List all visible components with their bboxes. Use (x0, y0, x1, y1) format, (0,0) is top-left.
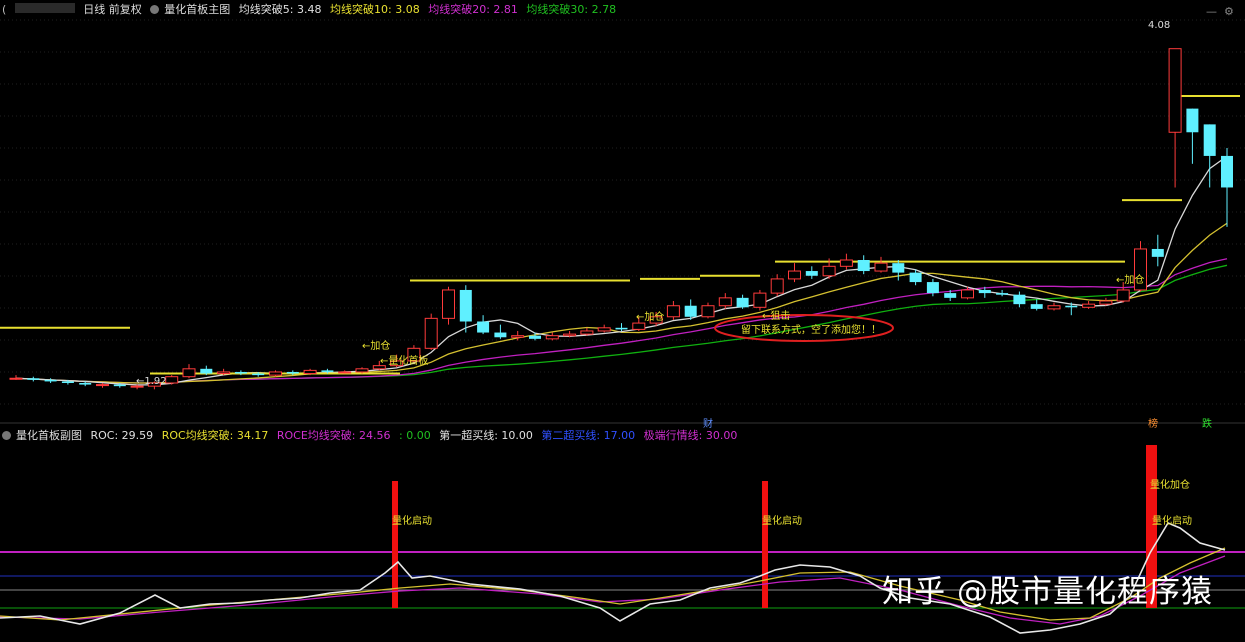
candle-body-down (909, 272, 922, 283)
candle-body-up (1099, 300, 1113, 305)
candle-body-down (477, 321, 490, 333)
candle-body-down (1013, 294, 1026, 305)
candle-body-down (113, 384, 126, 387)
candle-body-down (27, 378, 40, 380)
candle-body-down (61, 381, 74, 383)
signal-label-qidong-3: 量化启动 (1152, 516, 1192, 527)
zhihu-watermark: 知乎 @股市量化程序猿 (882, 574, 1213, 610)
candle-body-down (978, 289, 991, 294)
signal-bar-qidong-2 (762, 481, 768, 608)
signal-label-qidong-1: 量化启动 (392, 516, 432, 527)
candle-body-down (286, 371, 299, 374)
candle-body-down (459, 289, 472, 322)
candle-body-down (1221, 155, 1233, 188)
ma10-line (15, 222, 1228, 384)
candle-body-up (839, 259, 853, 267)
candle-body-up (961, 289, 974, 299)
candle-body-up (563, 333, 577, 337)
candle-body-up (770, 278, 784, 294)
candle-body-up (718, 297, 732, 307)
candle-body-down (926, 282, 939, 294)
candle-body-up (666, 305, 680, 318)
candle-body-down (252, 373, 265, 376)
candle-body-down (321, 370, 334, 372)
add-position-label-3: ←加仓 (1116, 275, 1145, 286)
candle-body-up (9, 377, 23, 380)
contact-note: 留下联系方式，空了添加您！！ (741, 325, 881, 336)
candle-body-down (736, 297, 749, 308)
candle-body-down (1203, 124, 1216, 156)
candle-body-up (165, 376, 179, 384)
candle-body-down (529, 335, 541, 339)
candle-body-up (1047, 305, 1061, 310)
ambush-label: ←狙击 (762, 311, 791, 322)
candle-body-up (788, 270, 801, 280)
candle-body-down (494, 332, 507, 338)
candle-body-up (303, 369, 317, 375)
candle-body-down (44, 379, 57, 382)
candle-body-up (511, 335, 525, 338)
signal-label-qidong-2: 量化启动 (762, 516, 802, 527)
candle-body-up (338, 371, 352, 374)
candle-body-down (1065, 305, 1078, 308)
candle-body-down (684, 305, 697, 317)
candle-body-up (269, 371, 282, 376)
candle-body-up (424, 317, 438, 349)
candle-body-up (580, 330, 594, 335)
candle-body-up (701, 305, 715, 318)
candle-body-down (944, 293, 957, 298)
candle-body-up (545, 335, 559, 340)
candle-body-up (96, 384, 109, 387)
candle-body-up (597, 327, 611, 332)
candle-body-up (822, 265, 836, 277)
candle-body-down (892, 263, 905, 273)
candlestick-chart (0, 19, 1245, 424)
add-position-label-1: ←加仓 (362, 341, 391, 352)
candle-body-down (857, 260, 870, 272)
add-position-label-2: ←加仓 (636, 312, 665, 323)
price-grid (0, 19, 1245, 405)
candle-body-down (615, 327, 628, 330)
candle-body-up (874, 262, 888, 272)
candle-body-down (234, 371, 247, 374)
first-board-label: ←量化首板 (380, 356, 429, 367)
candle-body-down (805, 271, 818, 276)
signal-label-jiacang: 量化加仓 (1150, 480, 1190, 491)
candle-body-up (182, 368, 196, 378)
ma5-line (15, 155, 1228, 386)
main-chart-pane[interactable]: ( 日线 前复权 量化首板主图 均线突破5: 3.48 均线突破10: 3.08… (0, 0, 1245, 430)
candle-body-up (1116, 289, 1130, 302)
candle-body-up (632, 322, 646, 330)
ma20-line (15, 258, 1228, 384)
candle-body-up (753, 292, 767, 308)
candle-body-up (1082, 303, 1096, 308)
candle-body-down (200, 368, 213, 374)
low-price-label: ←1.92 (136, 376, 167, 387)
candle-body-down (1030, 304, 1043, 309)
candle-body-up (355, 368, 369, 373)
candle-body-down (79, 383, 92, 385)
candle-body-down (1151, 248, 1164, 257)
candle-body-up (1168, 48, 1182, 133)
high-price-label: 4.08 (1148, 20, 1171, 31)
candle-body-down (996, 293, 1009, 295)
candle-body-down (1186, 108, 1199, 133)
candle-body-up (217, 371, 231, 375)
candle-body-up (442, 289, 455, 319)
